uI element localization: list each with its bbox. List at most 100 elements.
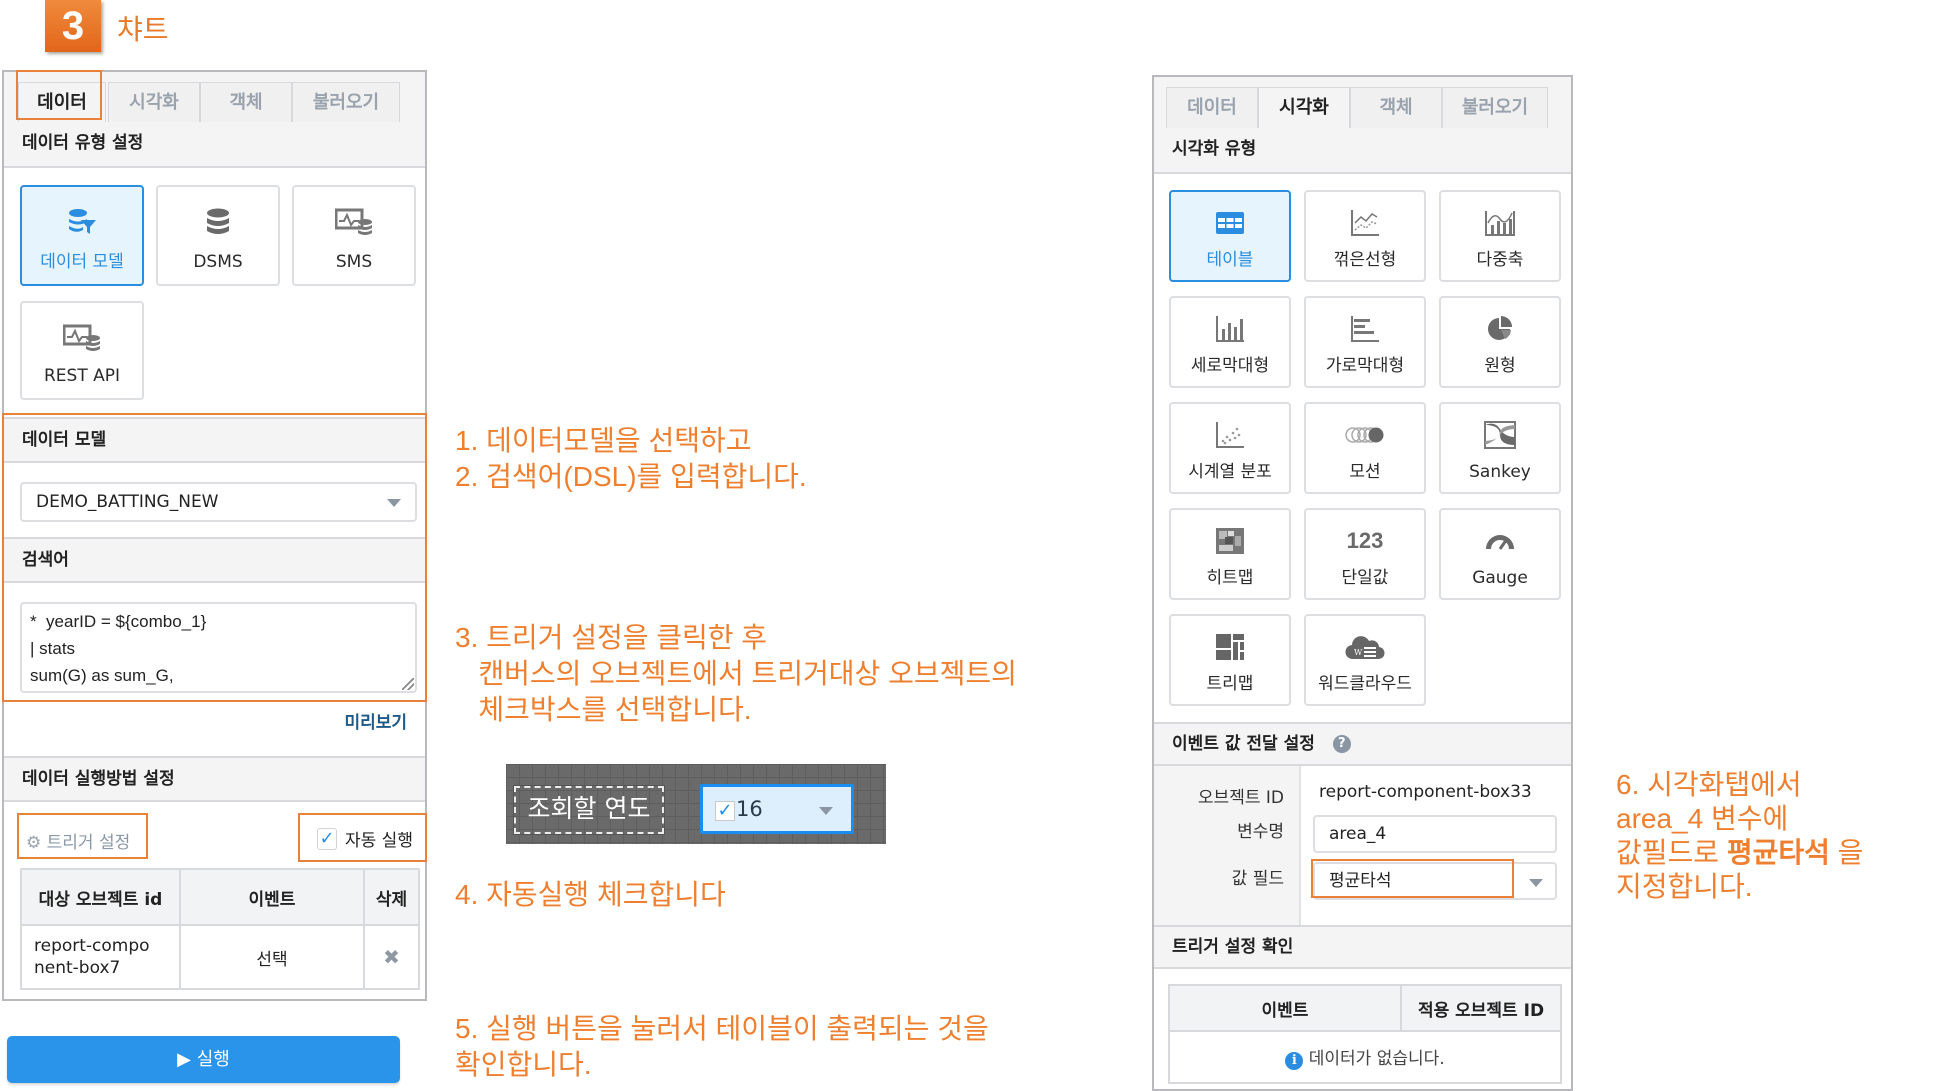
help-icon[interactable]: ? xyxy=(1332,735,1351,753)
empty-row: i 데이터가 없습니다. xyxy=(1168,1030,1562,1084)
col-target-object-id: 적용 오브젝트 ID xyxy=(1400,984,1562,1032)
vis-type-table[interactable]: 테이블 xyxy=(1169,190,1291,282)
vis-type-bar-chart[interactable]: 가로막대형 xyxy=(1304,296,1426,388)
vis-type-heatmap[interactable]: 히트맵 xyxy=(1169,508,1291,600)
canvas-label-object[interactable]: 조회할 연도 xyxy=(513,785,665,835)
delete-button[interactable]: ✖ xyxy=(363,924,420,990)
heatmap-icon xyxy=(1171,526,1289,556)
tab-object[interactable]: 객체 xyxy=(200,82,292,124)
card-label: Sankey xyxy=(1469,462,1531,482)
run-label: 실행 xyxy=(196,1049,230,1070)
section-data-type: 데이터 유형 설정 xyxy=(4,122,425,168)
year-combo-box[interactable]: ✓ 16 xyxy=(700,784,854,834)
variable-name-input[interactable]: area_4 xyxy=(1313,815,1557,853)
note-step-5: 5. 실행 버튼을 눌러서 테이블이 출력되는 것을 확인합니다. xyxy=(455,1013,989,1080)
table-row: report-compo nent-box7 선택 ✖ xyxy=(20,924,420,990)
col-delete: 삭제 xyxy=(363,868,420,926)
tab-visualization[interactable]: 시각화 xyxy=(1258,87,1350,130)
note6-line2: area_4 변수에 xyxy=(1616,803,1789,834)
tab-data[interactable]: 데이터 xyxy=(1166,87,1258,129)
section-trigger-check: 트리거 설정 확인 xyxy=(1154,925,1571,969)
data-type-data-model[interactable]: 데이터 모델 xyxy=(20,185,144,286)
vis-type-gauge[interactable]: Gauge xyxy=(1439,508,1561,600)
pie-chart-icon xyxy=(1441,314,1559,344)
data-model-filter-icon xyxy=(22,207,142,237)
table-icon xyxy=(1171,208,1289,238)
vis-type-column-chart[interactable]: 세로막대형 xyxy=(1169,296,1291,388)
card-label: DSMS xyxy=(193,252,243,272)
treemap-icon xyxy=(1171,632,1289,662)
vis-type-word-cloud[interactable]: W 워드클라우드 xyxy=(1304,614,1426,706)
card-label: Gauge xyxy=(1472,568,1528,588)
card-label: 시계열 분포 xyxy=(1188,462,1272,482)
motion-icon xyxy=(1306,420,1424,450)
combo-checkbox-icon[interactable]: ✓ xyxy=(715,801,735,821)
data-type-sms[interactable]: SMS xyxy=(292,185,416,286)
vis-type-pie-chart[interactable]: 원형 xyxy=(1439,296,1561,388)
sankey-icon xyxy=(1441,420,1559,450)
monitor-database-icon xyxy=(294,207,414,237)
card-label: REST API xyxy=(43,366,121,386)
variable-name-value: area_4 xyxy=(1329,824,1387,844)
note6-line1: 6. 시각화탭에서 xyxy=(1616,769,1802,800)
note6-line3: 값필드로 평균타석 을 xyxy=(1616,836,1863,870)
card-label: 데이터 모델 xyxy=(40,252,124,272)
empty-cell: i 데이터가 없습니다. xyxy=(1168,1030,1562,1084)
note6-emphasis: 평균타석 xyxy=(1726,837,1830,868)
trigger-check-table: 이벤트 적용 오브젝트 ID i 데이터가 없습니다. xyxy=(1168,984,1562,1084)
card-label: 모션 xyxy=(1349,462,1381,482)
tab-load[interactable]: 불러오기 xyxy=(292,82,400,124)
variable-name-label: 변수명 xyxy=(1237,822,1284,842)
step-badge: 3 xyxy=(45,0,101,52)
tab-object[interactable]: 객체 xyxy=(1350,87,1442,129)
value-field-label: 값 필드 xyxy=(1231,869,1284,889)
section-vis-type: 시각화 유형 xyxy=(1154,128,1571,174)
object-id-value: report-component-box33 xyxy=(1319,782,1532,802)
gauge-icon xyxy=(1441,526,1559,556)
section-event-value: 이벤트 값 전달 설정 ? xyxy=(1154,722,1571,766)
column-chart-icon xyxy=(1171,314,1289,344)
chevron-down-icon xyxy=(819,807,833,815)
note6-line4: 지정합니다. xyxy=(1616,871,1753,902)
scatter-chart-icon xyxy=(1171,420,1289,450)
card-label: 가로막대형 xyxy=(1325,356,1405,376)
chevron-down-icon xyxy=(1529,879,1543,887)
highlight-data-tab xyxy=(16,70,102,120)
note-step-6: 6. 시각화탭에서 area_4 변수에 값필드로 평균타석 을 지정합니다. xyxy=(1616,768,1863,904)
col-event: 이벤트 xyxy=(1168,984,1402,1032)
vis-type-line-chart[interactable]: 꺾은선형 xyxy=(1304,190,1426,282)
data-type-rest-api[interactable]: REST API xyxy=(20,301,144,400)
empty-message: 데이터가 없습니다. xyxy=(1308,1049,1445,1069)
vis-type-sankey[interactable]: Sankey xyxy=(1439,402,1561,494)
info-icon: i xyxy=(1285,1052,1304,1070)
note6-text: 값필드로 xyxy=(1616,837,1727,868)
card-label: SMS xyxy=(335,252,373,272)
col-target-id: 대상 오브젝트 id xyxy=(20,868,181,926)
vis-type-treemap[interactable]: 트리맵 xyxy=(1169,614,1291,706)
preview-link[interactable]: 미리보기 xyxy=(344,708,407,733)
card-label: 원형 xyxy=(1484,356,1516,376)
trigger-table: 대상 오브젝트 id 이벤트 삭제 report-compo nent-box7… xyxy=(20,868,420,990)
vis-type-scatter-chart[interactable]: 시계열 분포 xyxy=(1169,402,1291,494)
vis-type-motion[interactable]: 모션 xyxy=(1304,402,1426,494)
line-chart-icon xyxy=(1306,208,1424,238)
vis-type-multi-axis-chart[interactable]: 다중축 xyxy=(1439,190,1561,282)
card-label: 히트맵 xyxy=(1206,568,1254,588)
card-label: 워드클라우드 xyxy=(1318,674,1412,694)
tab-visualization[interactable]: 시각화 xyxy=(108,82,200,124)
multi-axis-chart-icon xyxy=(1441,208,1559,238)
col-event: 이벤트 xyxy=(179,868,365,926)
highlight-value-field xyxy=(1311,859,1514,898)
event-section-title: 이벤트 값 전달 설정 xyxy=(1172,734,1315,754)
combo-value: 16 xyxy=(736,797,763,821)
vis-type-single-value[interactable]: 123 단일값 xyxy=(1304,508,1426,600)
card-label: 트리맵 xyxy=(1206,674,1254,694)
right-settings-panel: 데이터 시각화 객체 불러오기 시각화 유형 테이블 꺾은선형 다중축세로막대형 가로… xyxy=(1152,75,1573,1091)
tab-load[interactable]: 불러오기 xyxy=(1442,87,1548,129)
run-button[interactable]: ▶ 실행 xyxy=(7,1036,400,1083)
note-step-3: 3. 트리거 설정을 클릭한 후 캔버스의 오브젝트에서 트리거대상 오브젝트의… xyxy=(455,622,1017,725)
object-id-label: 오브젝트 ID xyxy=(1197,788,1284,808)
monitor-database-icon xyxy=(22,323,142,353)
card-label: 꺾은선형 xyxy=(1333,250,1397,270)
data-type-dsms[interactable]: DSMS xyxy=(156,185,280,286)
